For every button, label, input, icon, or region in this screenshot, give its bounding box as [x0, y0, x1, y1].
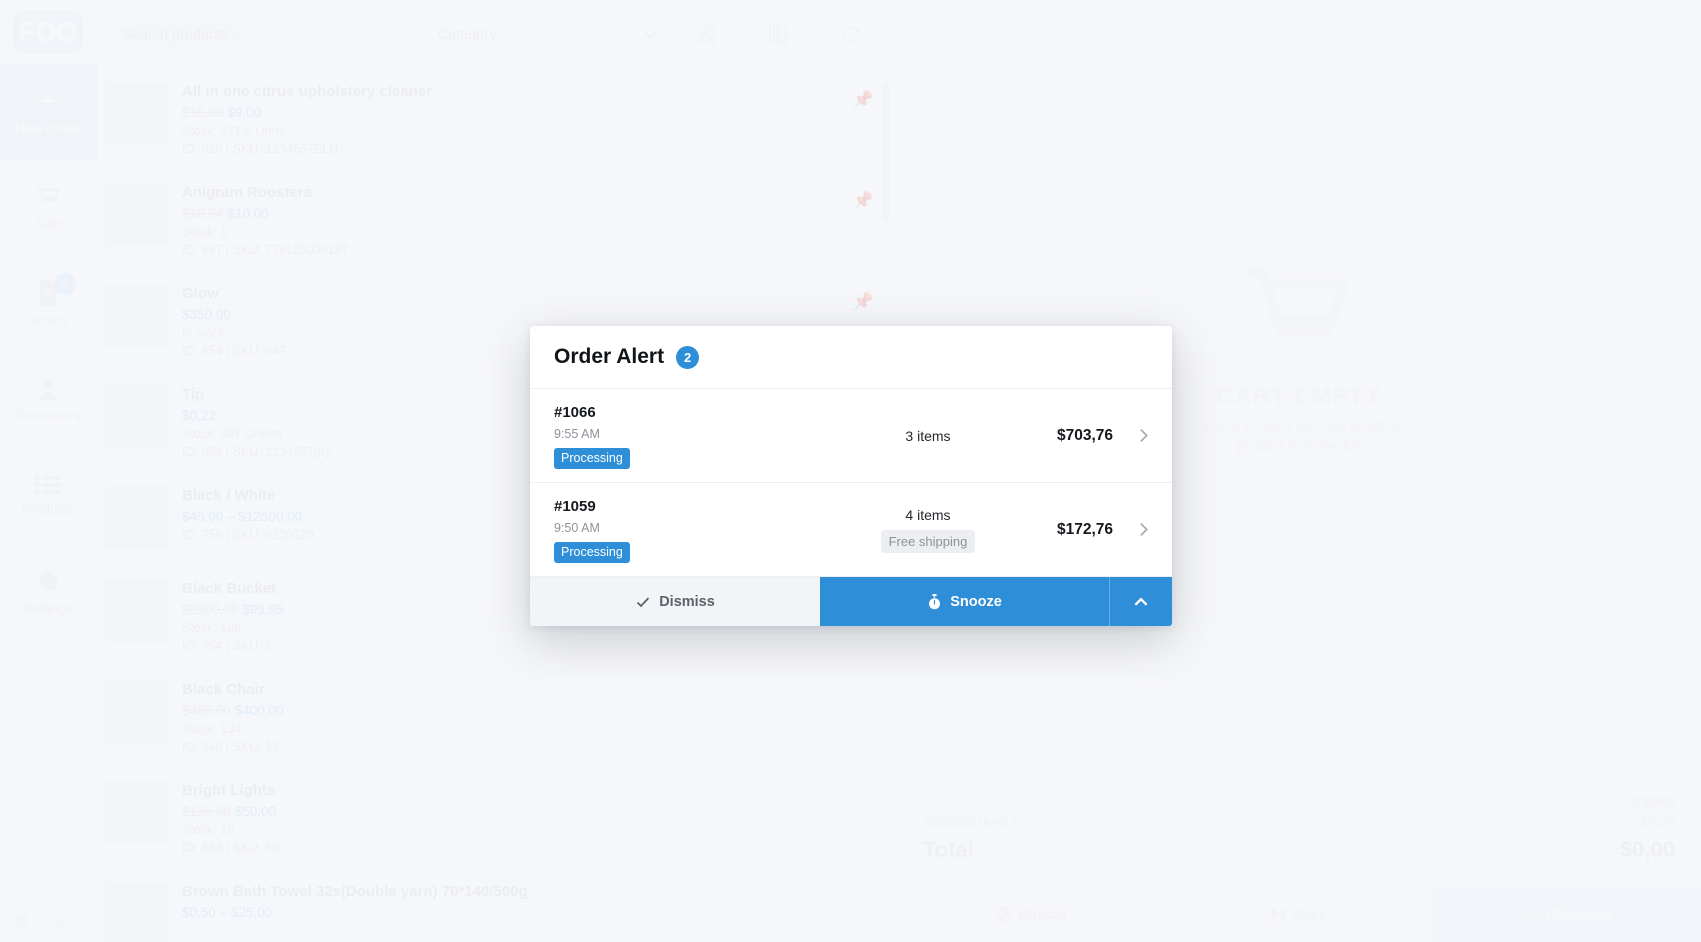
dismiss-label: Dismiss	[659, 593, 715, 610]
order-alert-dialog: Order Alert 2 #1066 9:55 AM Processing 3…	[530, 326, 1172, 626]
chevron-right-icon[interactable]	[1135, 521, 1152, 538]
order-alert-row[interactable]: #1066 9:55 AM Processing 3 items $703,76	[530, 389, 1172, 483]
expand-button[interactable]	[1109, 577, 1172, 626]
order-alert-footer: Dismiss Snooze	[530, 577, 1172, 626]
snooze-button[interactable]: Snooze	[820, 577, 1109, 626]
order-time: 9:50 AM	[554, 521, 600, 535]
order-alert-header: Order Alert 2	[530, 326, 1172, 389]
order-alert-row[interactable]: #1059 9:50 AM Processing 4 items Free sh…	[530, 483, 1172, 577]
dismiss-button[interactable]: Dismiss	[530, 577, 820, 626]
order-alert-count-badge: 2	[676, 345, 700, 369]
order-alert-title: Order Alert	[554, 345, 665, 368]
order-total: $172,76	[1056, 520, 1113, 538]
order-id: #1059	[554, 498, 596, 515]
order-shipping-badge: Free shipping	[880, 529, 976, 553]
snooze-label: Snooze	[950, 593, 1002, 610]
chevron-up-icon	[1132, 593, 1150, 611]
stopwatch-icon	[927, 593, 942, 610]
pos-application: FOO New Order Sale 3 $ Orders Customers …	[0, 0, 1701, 942]
order-status-badge: Processing	[554, 448, 630, 469]
order-items-count: 3 items	[905, 427, 951, 444]
order-status-badge: Processing	[554, 542, 630, 563]
order-id: #1066	[554, 404, 596, 421]
chevron-right-icon[interactable]	[1135, 427, 1152, 444]
order-total: $703,76	[1056, 426, 1113, 444]
order-time: 9:55 AM	[554, 427, 600, 441]
check-icon	[635, 594, 651, 610]
order-items-count: 4 items	[905, 506, 951, 523]
